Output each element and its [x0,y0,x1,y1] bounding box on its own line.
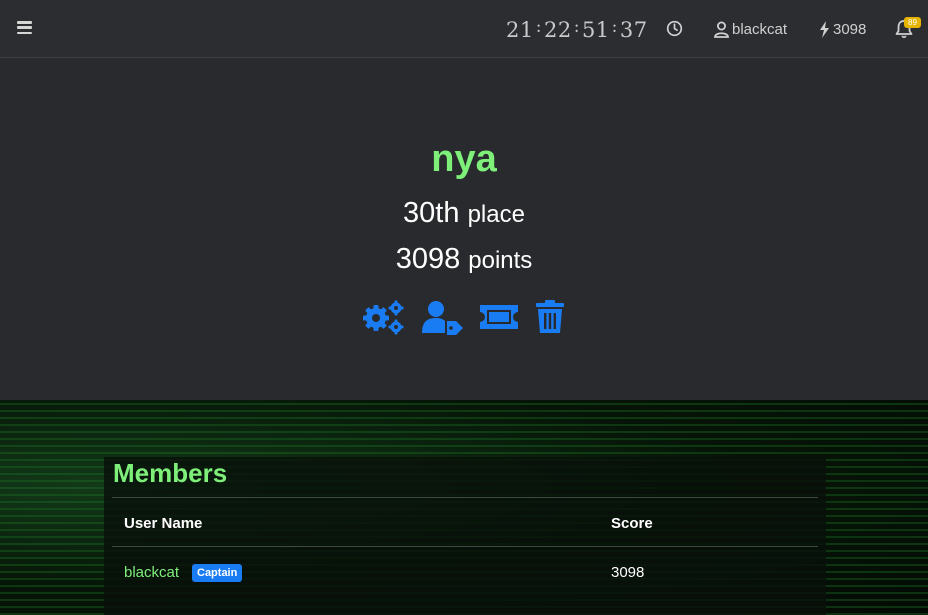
divider [112,546,818,547]
user-menu[interactable]: blackcat [714,18,787,40]
place-label: place [467,201,525,228]
column-header-score: Score [611,515,653,532]
member-score: 3098 [611,564,645,581]
settings-icon[interactable] [361,299,405,335]
captain-badge: Captain [192,564,243,582]
points-display[interactable]: 3098 [819,18,866,40]
lightning-icon [820,20,829,38]
user-tag-icon[interactable] [422,299,464,335]
team-place: 30th place [0,197,928,230]
clock-frames: 37 [619,18,648,42]
points-unit-label: points [468,247,533,274]
points-label: 3098 [833,20,867,38]
username-label: blackcat [732,20,788,38]
top-navbar: 21 : 22 : 51 : 37 blackcat 3098 89 [0,0,928,58]
column-header-username: User Name [124,515,203,532]
clock-icon[interactable] [666,20,683,37]
members-title: Members [113,458,228,488]
member-name-link[interactable]: blackcat [124,564,179,581]
team-actions [361,299,564,335]
ticket-icon[interactable] [480,303,518,331]
notification-badge: 89 [904,17,921,28]
clock-minutes: 22 [543,18,572,42]
place-value: 30th [403,197,460,229]
user-icon [714,21,729,38]
clock-separator: : [611,17,618,37]
team-header: nya 30th place 3098 points [0,58,928,400]
clock-hours: 21 [506,18,534,42]
clock-seconds: 51 [581,18,610,42]
clock-separator: : [573,17,580,37]
countdown-clock: 21 : 22 : 51 : 37 [506,17,648,43]
team-points: 3098 points [0,243,928,276]
points-value: 3098 [395,243,461,275]
menu-icon[interactable] [17,21,32,35]
team-name: nya [431,138,497,180]
divider [112,497,818,498]
clock-separator: : [535,17,542,37]
trash-icon[interactable] [536,300,564,334]
